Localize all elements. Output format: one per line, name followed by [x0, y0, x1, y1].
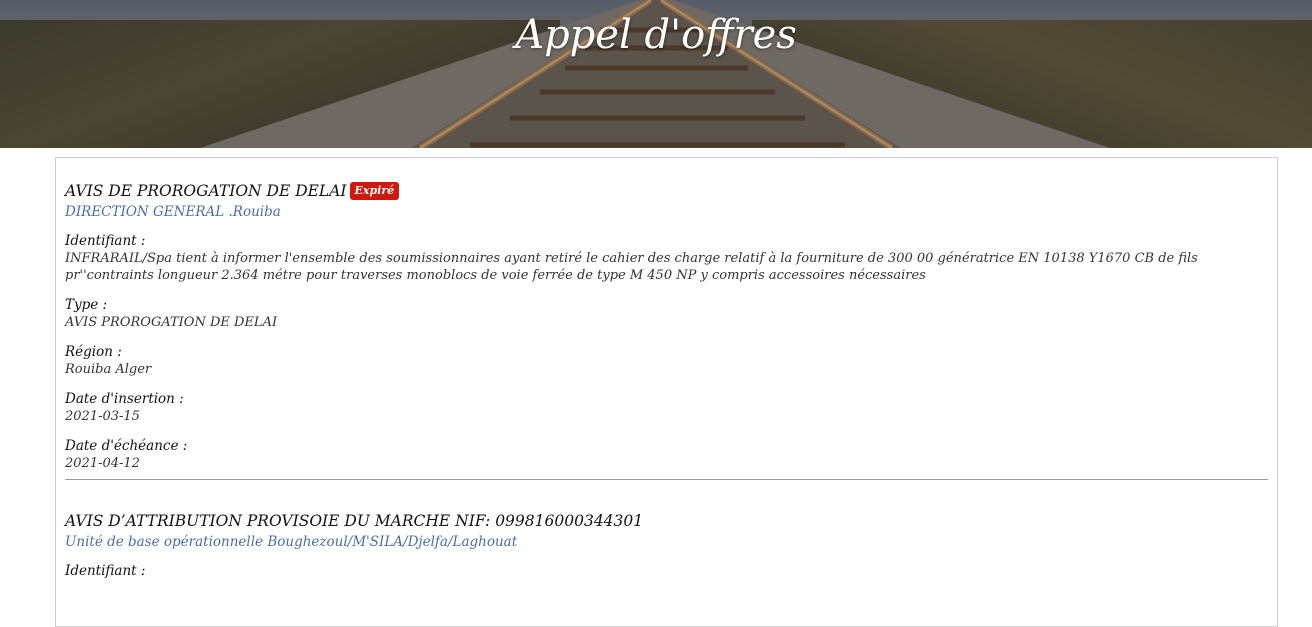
page-title: Appel d'offres — [515, 12, 797, 58]
field-value: INFRARAIL/Spa tient à informer l'ensembl… — [65, 251, 1198, 283]
notice-card: AVIS D’ATTRIBUTION PROVISOIE DU MARCHE N… — [65, 480, 1268, 580]
expired-badge: Expiré — [349, 182, 400, 200]
field-type: Type : AVIS PROROGATION DE DELAI — [65, 297, 1268, 331]
field-date-echeance: Date d'échéance : 2021-04-12 — [65, 438, 1268, 472]
field-label: Date d'échéance : — [65, 438, 188, 454]
field-label: Type : — [65, 297, 108, 313]
notice-card: AVIS DE PROROGATION DE DELAI Expiré DIRE… — [65, 158, 1268, 480]
field-label: Date d'insertion : — [65, 391, 184, 407]
organization-link[interactable]: DIRECTION GENERAL .Rouiba — [65, 204, 1268, 220]
notices-panel: AVIS DE PROROGATION DE DELAI Expiré DIRE… — [55, 157, 1278, 627]
organization-link[interactable]: Unité de base opérationnelle Boughezoul/… — [65, 534, 1268, 550]
field-value: 2021-04-12 — [65, 456, 140, 471]
notice-title-text: AVIS DE PROROGATION DE DELAI — [65, 182, 347, 200]
field-date-insertion: Date d'insertion : 2021-03-15 — [65, 391, 1268, 425]
field-label: Identifiant : — [65, 233, 146, 249]
field-identifiant: Identifiant : — [65, 563, 1268, 580]
field-value: AVIS PROROGATION DE DELAI — [65, 315, 278, 330]
notice-title: AVIS DE PROROGATION DE DELAI Expiré — [65, 180, 1268, 202]
field-value: 2021-03-15 — [65, 409, 140, 424]
field-identifiant: Identifiant : INFRARAIL/Spa tient à info… — [65, 233, 1268, 284]
field-label: Région : — [65, 344, 122, 360]
notice-title-text: AVIS D’ATTRIBUTION PROVISOIE DU MARCHE N… — [65, 512, 644, 530]
notice-title: AVIS D’ATTRIBUTION PROVISOIE DU MARCHE N… — [65, 510, 1268, 532]
field-value: Rouiba Alger — [65, 362, 152, 377]
field-region: Région : Rouiba Alger — [65, 344, 1268, 378]
field-label: Identifiant : — [65, 563, 146, 579]
header-banner: Appel d'offres — [0, 0, 1312, 148]
